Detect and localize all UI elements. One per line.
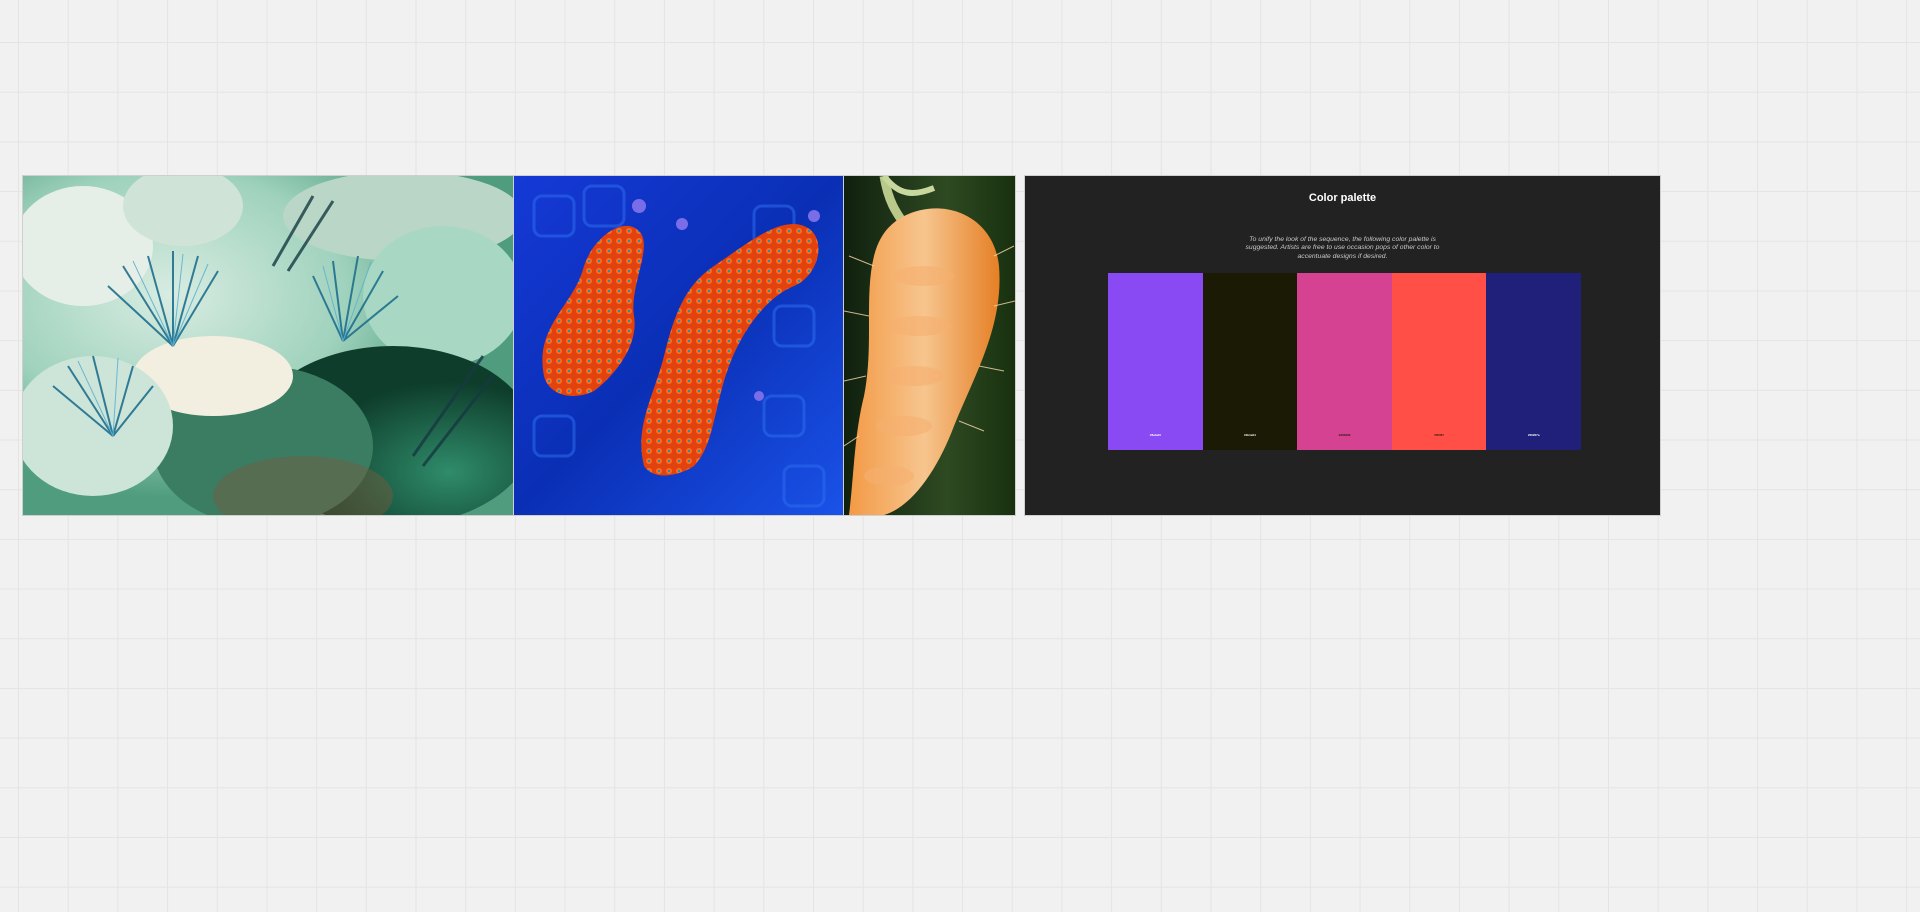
color-swatch[interactable]: #8a4af3 xyxy=(1108,273,1203,450)
board-image-coral[interactable] xyxy=(513,175,844,516)
swatch-hex-label: #ff4f47 xyxy=(1434,433,1444,437)
caterpillar-photo xyxy=(844,176,1015,515)
coral-photo xyxy=(514,176,843,515)
swatch-row: #8a4af3 #1b1a04 #d64292 #ff4f47 #20207a xyxy=(1108,273,1581,450)
swatch-hex-label: #d64292 xyxy=(1338,433,1351,437)
mineral-photo xyxy=(23,176,513,515)
color-swatch[interactable]: #ff4f47 xyxy=(1391,273,1487,450)
color-swatch[interactable]: #d64292 xyxy=(1297,273,1392,450)
board-image-caterpillar[interactable] xyxy=(843,175,1016,516)
color-palette-board[interactable]: Color palette To unify the look of the s… xyxy=(1024,175,1661,516)
swatch-hex-label: #20207a xyxy=(1527,433,1540,437)
swatch-hex-label: #8a4af3 xyxy=(1149,433,1161,437)
palette-description: To unify the look of the sequence, the f… xyxy=(1245,236,1440,260)
board-image-mineral[interactable] xyxy=(22,175,514,516)
color-swatch[interactable]: #20207a xyxy=(1486,273,1581,450)
palette-title: Color palette xyxy=(1308,192,1377,204)
swatch-hex-label: #1b1a04 xyxy=(1243,433,1256,437)
color-swatch[interactable]: #1b1a04 xyxy=(1202,273,1298,450)
